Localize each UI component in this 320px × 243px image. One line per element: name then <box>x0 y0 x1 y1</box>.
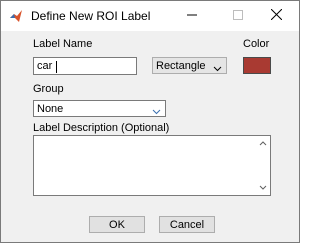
group-value: None <box>37 103 64 115</box>
close-icon <box>270 7 282 25</box>
define-roi-label-dialog: Define New ROI Label Label Name Color ca… <box>0 0 300 243</box>
label-name-field[interactable]: car <box>33 57 137 75</box>
scroll-down-icon[interactable] <box>256 181 270 195</box>
label-name-caption: Label Name <box>33 38 93 50</box>
minimize-icon <box>187 7 197 25</box>
shape-dropdown[interactable]: Rectangle <box>152 57 227 74</box>
ok-button[interactable]: OK <box>89 216 145 233</box>
minimize-button[interactable] <box>169 1 215 31</box>
text-cursor <box>56 61 57 73</box>
chevron-down-icon <box>212 61 223 72</box>
label-name-value: car <box>37 60 53 72</box>
title-bar[interactable]: Define New ROI Label <box>1 1 299 31</box>
group-dropdown[interactable]: None <box>33 100 166 117</box>
maximize-icon <box>233 7 243 25</box>
color-swatch-button[interactable] <box>243 57 271 74</box>
scroll-up-icon[interactable] <box>256 136 270 150</box>
description-scrollbar[interactable] <box>256 136 270 195</box>
shape-value: Rectangle <box>156 60 206 72</box>
description-caption: Label Description (Optional) <box>33 122 170 134</box>
description-textarea[interactable] <box>33 135 271 196</box>
close-button[interactable] <box>253 1 299 31</box>
chevron-down-icon <box>151 104 162 115</box>
cancel-button[interactable]: Cancel <box>159 216 215 233</box>
window-title: Define New ROI Label <box>31 9 151 23</box>
group-caption: Group <box>33 83 64 95</box>
matlab-icon <box>9 9 23 23</box>
color-caption: Color <box>243 38 270 50</box>
